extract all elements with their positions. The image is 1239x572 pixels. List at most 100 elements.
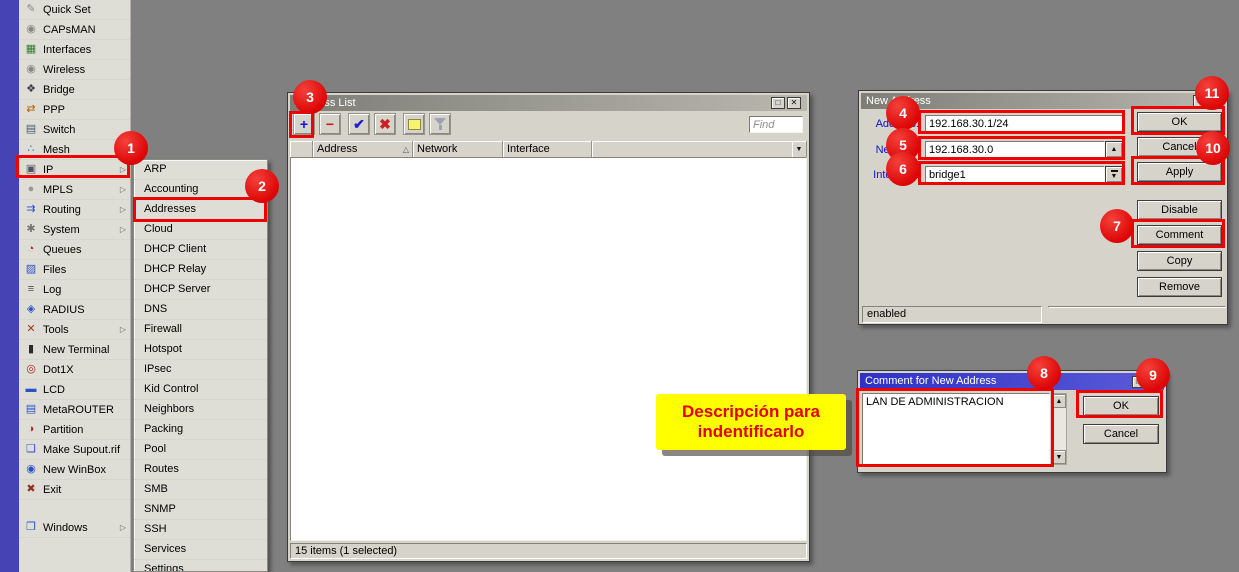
- sidebar-item-switch[interactable]: ▤Switch: [19, 120, 130, 140]
- submenu-item-packing[interactable]: Packing: [134, 420, 267, 440]
- close-button[interactable]: ✕: [1209, 95, 1223, 107]
- sort-ascending-icon: △: [403, 142, 409, 157]
- sidebar-item-windows[interactable]: ❐Windows▷: [19, 518, 130, 538]
- scroll-up-button[interactable]: ▲: [1052, 394, 1066, 408]
- submenu-item-kid-control[interactable]: Kid Control: [134, 380, 267, 400]
- column-header-interface[interactable]: Interface: [503, 141, 592, 157]
- supout-icon: ❏: [23, 444, 39, 455]
- submenu-item-firewall[interactable]: Firewall: [134, 320, 267, 340]
- submenu-item-addresses[interactable]: Addresses: [134, 200, 267, 220]
- sidebar-item-label: New WinBox: [43, 464, 126, 476]
- submenu-item-dhcp-server[interactable]: DHCP Server: [134, 280, 267, 300]
- close-icon: ✕: [1213, 96, 1220, 105]
- ok-button[interactable]: OK: [1137, 112, 1222, 132]
- sidebar-item-files[interactable]: ▨Files: [19, 260, 130, 280]
- sidebar-item-radius[interactable]: ◈RADIUS: [19, 300, 130, 320]
- sidebar-item-label: Partition: [43, 424, 126, 436]
- sidebar-item-exit[interactable]: ✖Exit: [19, 480, 130, 500]
- cancel-button[interactable]: Cancel: [1083, 424, 1159, 444]
- maximize-button[interactable]: □: [771, 97, 785, 109]
- comment-textarea[interactable]: LAN DE ADMINISTRACION: [862, 393, 1050, 465]
- sidebar-item-routing[interactable]: ⇉Routing▷: [19, 200, 130, 220]
- ok-button[interactable]: OK: [1083, 396, 1159, 416]
- close-button[interactable]: ✕: [1148, 376, 1162, 388]
- submenu-item-accounting[interactable]: Accounting: [134, 180, 267, 200]
- submenu-item-pool[interactable]: Pool: [134, 440, 267, 460]
- submenu-item-neighbors[interactable]: Neighbors: [134, 400, 267, 420]
- sidebar-item-log[interactable]: ≡Log: [19, 280, 130, 300]
- close-button[interactable]: ✕: [787, 97, 801, 109]
- submenu-item-dns[interactable]: DNS: [134, 300, 267, 320]
- copy-button[interactable]: Copy: [1137, 251, 1222, 271]
- submenu-item-cloud[interactable]: Cloud: [134, 220, 267, 240]
- column-chooser-button[interactable]: ▼: [792, 141, 807, 157]
- apply-button[interactable]: Apply: [1137, 162, 1222, 182]
- column-header-network[interactable]: Network: [413, 141, 503, 157]
- sidebar-item-capsman[interactable]: ◉CAPsMAN: [19, 20, 130, 40]
- disable-button[interactable]: Disable: [1137, 200, 1222, 220]
- submenu-item-services[interactable]: Services: [134, 540, 267, 560]
- sidebar-item-queues[interactable]: ◔Queues: [19, 240, 130, 260]
- submenu-item-hotspot[interactable]: Hotspot: [134, 340, 267, 360]
- sidebar-item-partition[interactable]: ◑Partition: [19, 420, 130, 440]
- sidebar-item-label: Tools: [43, 324, 120, 336]
- maximize-button[interactable]: □: [1193, 95, 1207, 107]
- comment-scrollbar[interactable]: ▲ ▼: [1051, 393, 1067, 465]
- remove-button[interactable]: −: [319, 113, 341, 135]
- submenu-item-arp[interactable]: ARP: [134, 160, 267, 180]
- sidebar-item-ppp[interactable]: ⇄PPP: [19, 100, 130, 120]
- sidebar-item-ip[interactable]: ▣IP▷: [19, 160, 130, 180]
- sidebar-item-new-terminal[interactable]: ▮New Terminal: [19, 340, 130, 360]
- sidebar-item-tools[interactable]: ✕Tools▷: [19, 320, 130, 340]
- remove-button[interactable]: Remove: [1137, 277, 1222, 297]
- comment-dialog-titlebar[interactable]: Comment for New Address: [860, 373, 1164, 390]
- column-select-cell[interactable]: [290, 141, 313, 157]
- sidebar-item-interfaces[interactable]: ▦Interfaces: [19, 40, 130, 60]
- address-list-title: Address List: [295, 97, 356, 109]
- submenu-item-dhcp-client[interactable]: DHCP Client: [134, 240, 267, 260]
- sidebar-item-make-supout-rif[interactable]: ❏Make Supout.rif: [19, 440, 130, 460]
- sidebar-item-bridge[interactable]: ❖Bridge: [19, 80, 130, 100]
- address-list-titlebar[interactable]: Address List: [290, 95, 807, 111]
- scroll-down-button[interactable]: ▼: [1052, 450, 1066, 464]
- add-button[interactable]: +: [293, 113, 315, 135]
- comment-button[interactable]: Comment: [1137, 225, 1222, 245]
- new-address-titlebar[interactable]: New Address: [861, 93, 1225, 109]
- sidebar-item-mpls[interactable]: ●MPLS▷: [19, 180, 130, 200]
- find-input[interactable]: [749, 116, 803, 133]
- column-header-address[interactable]: Address△: [313, 141, 413, 157]
- sidebar-item-new-winbox[interactable]: ◉New WinBox: [19, 460, 130, 480]
- field-input-network[interactable]: [925, 141, 1105, 158]
- spin-up-button[interactable]: ▲: [1105, 141, 1123, 158]
- comment-button[interactable]: [403, 113, 425, 135]
- field-input-address[interactable]: [925, 115, 1123, 132]
- cancel-button[interactable]: Cancel: [1137, 137, 1222, 157]
- sidebar-item-metarouter[interactable]: ▤MetaROUTER: [19, 400, 130, 420]
- submenu-item-ssh[interactable]: SSH: [134, 520, 267, 540]
- submenu-item-settings[interactable]: Settings: [134, 560, 267, 572]
- submenu-item-routes[interactable]: Routes: [134, 460, 267, 480]
- new-address-title: New Address: [866, 95, 931, 107]
- dropdown-button[interactable]: ▼: [1105, 166, 1123, 183]
- sidebar-item-system[interactable]: ✱System▷: [19, 220, 130, 240]
- maximize-icon: □: [776, 98, 781, 107]
- filter-button[interactable]: [429, 113, 451, 135]
- scroll-track[interactable]: [1052, 408, 1066, 450]
- sidebar-item-wireless[interactable]: ◉Wireless: [19, 60, 130, 80]
- close-icon: ✕: [1152, 377, 1159, 386]
- sidebar-item-lcd[interactable]: ▬LCD: [19, 380, 130, 400]
- submenu-item-dhcp-relay[interactable]: DHCP Relay: [134, 260, 267, 280]
- submenu-item-smb[interactable]: SMB: [134, 480, 267, 500]
- submenu-item-ipsec[interactable]: IPsec: [134, 360, 267, 380]
- sidebar-item-mesh[interactable]: ∴Mesh: [19, 140, 130, 160]
- enable-button[interactable]: ✔: [348, 113, 370, 135]
- field-input-interface[interactable]: [925, 166, 1105, 183]
- disable-button[interactable]: ✖: [374, 113, 396, 135]
- address-list-statusbar: 15 items (1 selected): [290, 543, 807, 559]
- gear-icon: ✱: [23, 224, 39, 235]
- sidebar-item-quick-set[interactable]: ✎Quick Set: [19, 0, 130, 20]
- maximize-button[interactable]: □: [1132, 376, 1146, 388]
- sidebar-item-dot1x[interactable]: ◎Dot1X: [19, 360, 130, 380]
- submenu-item-snmp[interactable]: SNMP: [134, 500, 267, 520]
- winbox-workspace: ✎Quick Set◉CAPsMAN▦Interfaces◉Wireless❖B…: [0, 0, 1239, 572]
